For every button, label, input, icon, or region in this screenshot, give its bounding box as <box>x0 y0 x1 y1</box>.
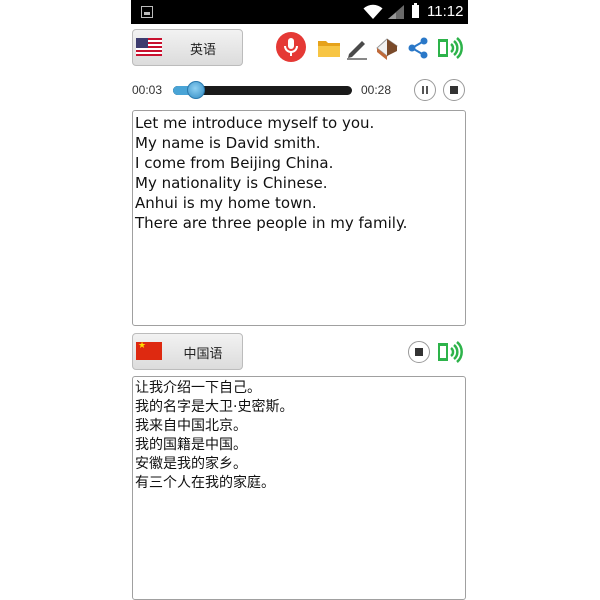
current-time: 00:03 <box>132 83 163 97</box>
speaker-icon[interactable] <box>435 340 463 364</box>
folder-icon[interactable] <box>317 38 341 58</box>
source-text-line: I come from Beijing China. <box>135 154 334 172</box>
target-language-label: 中国语 <box>183 347 223 362</box>
status-bar: 11:12 <box>131 0 468 24</box>
source-text-line: Anhui is my home town. <box>135 194 317 212</box>
source-language-button[interactable]: 英语 <box>132 29 243 66</box>
share-icon[interactable] <box>406 36 430 60</box>
progress-thumb[interactable] <box>187 81 206 99</box>
pause-icon <box>422 86 428 94</box>
pause-button[interactable] <box>414 79 436 101</box>
battery-icon <box>412 3 419 18</box>
stop-icon <box>450 86 458 94</box>
wifi-icon <box>363 4 383 19</box>
progress-slider[interactable] <box>173 81 352 99</box>
gallery-icon <box>141 6 153 18</box>
target-text-line: 我的国籍是中国。 <box>135 437 247 453</box>
source-text-area[interactable]: Let me introduce myself to you. My name … <box>132 110 466 326</box>
target-text-line: 我来自中国北京。 <box>135 418 247 434</box>
source-text-line: My name is David smith. <box>135 134 321 152</box>
target-text-line: 安徽是我的家乡。 <box>135 456 247 472</box>
clock: 11:12 <box>427 3 464 20</box>
source-text-line: My nationality is Chinese. <box>135 174 328 192</box>
source-text-line: Let me introduce myself to you. <box>135 114 375 132</box>
microphone-icon <box>284 38 298 56</box>
speaker-icon[interactable] <box>435 36 463 60</box>
eraser-icon[interactable] <box>373 35 399 61</box>
target-stop-button[interactable] <box>408 341 430 363</box>
pencil-icon[interactable] <box>345 36 369 60</box>
stop-icon <box>415 348 423 356</box>
target-text-line: 我的名字是大卫·史密斯。 <box>135 399 294 415</box>
microphone-button[interactable] <box>276 32 306 62</box>
stop-button[interactable] <box>443 79 465 101</box>
us-flag-icon <box>136 38 162 56</box>
total-time: 00:28 <box>361 83 392 97</box>
signal-icon <box>388 5 404 19</box>
app-screen: 11:12 英语 00:03 00:28 Let me introduce my… <box>131 0 468 600</box>
target-text-line: 有三个人在我的家庭。 <box>135 475 275 491</box>
target-text-area[interactable]: 让我介绍一下自己。 我的名字是大卫·史密斯。 我来自中国北京。 我的国籍是中国。… <box>132 376 466 600</box>
source-text-line: There are three people in my family. <box>135 214 408 232</box>
source-language-label: 英语 <box>189 43 216 58</box>
cn-flag-icon <box>136 340 162 360</box>
target-text-line: 让我介绍一下自己。 <box>135 380 261 396</box>
target-language-button[interactable]: 中国语 <box>132 333 243 370</box>
